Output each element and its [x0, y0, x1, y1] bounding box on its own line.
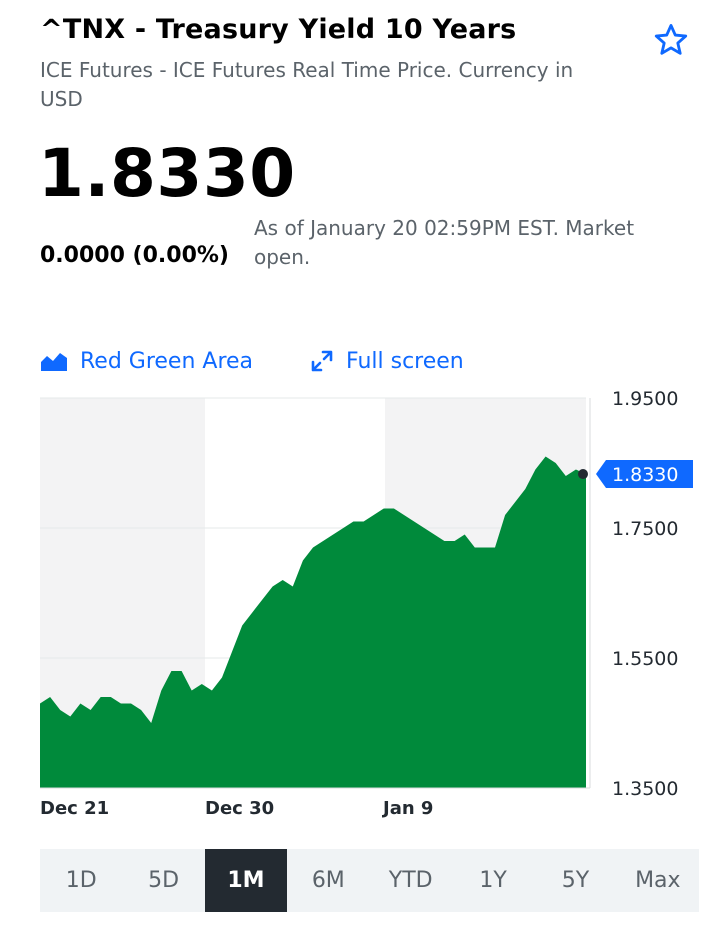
y-tick-label: 1.9500 — [612, 390, 678, 410]
expand-arrows-icon — [311, 350, 333, 372]
range-1d-button[interactable]: 1D — [40, 849, 122, 912]
fullscreen-button[interactable]: Full screen — [310, 344, 464, 378]
price-chart[interactable]: 1.9500 1.7500 1.5500 1.3500 Dec 21 Dec 30 Jan … — [0, 390, 728, 830]
x-tick-label: Jan 9 — [381, 798, 433, 819]
range-5y-button[interactable]: 5Y — [534, 849, 616, 912]
chart-type-label: Red Green Area — [80, 348, 254, 374]
chart-type-button[interactable]: Red Green Area — [40, 344, 253, 378]
range-selector: 1D 5D 1M 6M YTD 1Y 5Y Max — [40, 849, 699, 912]
area-chart-icon — [41, 353, 67, 371]
range-5d-button[interactable]: 5D — [122, 849, 204, 912]
range-1y-button[interactable]: 1Y — [452, 849, 534, 912]
page-title: ^TNX - Treasury Yield 10 Years — [40, 14, 517, 45]
range-6m-button[interactable]: 6M — [287, 849, 369, 912]
price-change: 0.0000 (0.00%) — [40, 243, 229, 268]
x-tick-label: Dec 30 — [205, 798, 274, 819]
current-value-label: 1.8330 — [612, 464, 678, 486]
y-tick-label: 1.3500 — [612, 778, 678, 800]
market-timestamp: As of January 20 02:59PM EST. Market ope… — [254, 216, 635, 269]
current-value-dot — [578, 469, 588, 480]
exchange-subtitle: ICE Futures - ICE Futures Real Time Pric… — [40, 58, 574, 111]
x-tick-label: Dec 21 — [40, 798, 109, 819]
y-tick-label: 1.5500 — [612, 648, 678, 670]
range-ytd-button[interactable]: YTD — [370, 849, 452, 912]
y-tick-label: 1.7500 — [612, 518, 678, 540]
range-max-button[interactable]: Max — [617, 849, 699, 912]
range-1m-button[interactable]: 1M — [204, 849, 288, 912]
fullscreen-label: Full screen — [346, 348, 464, 374]
current-price: 1.8330 — [38, 135, 296, 212]
star-outline-icon[interactable] — [652, 21, 690, 59]
